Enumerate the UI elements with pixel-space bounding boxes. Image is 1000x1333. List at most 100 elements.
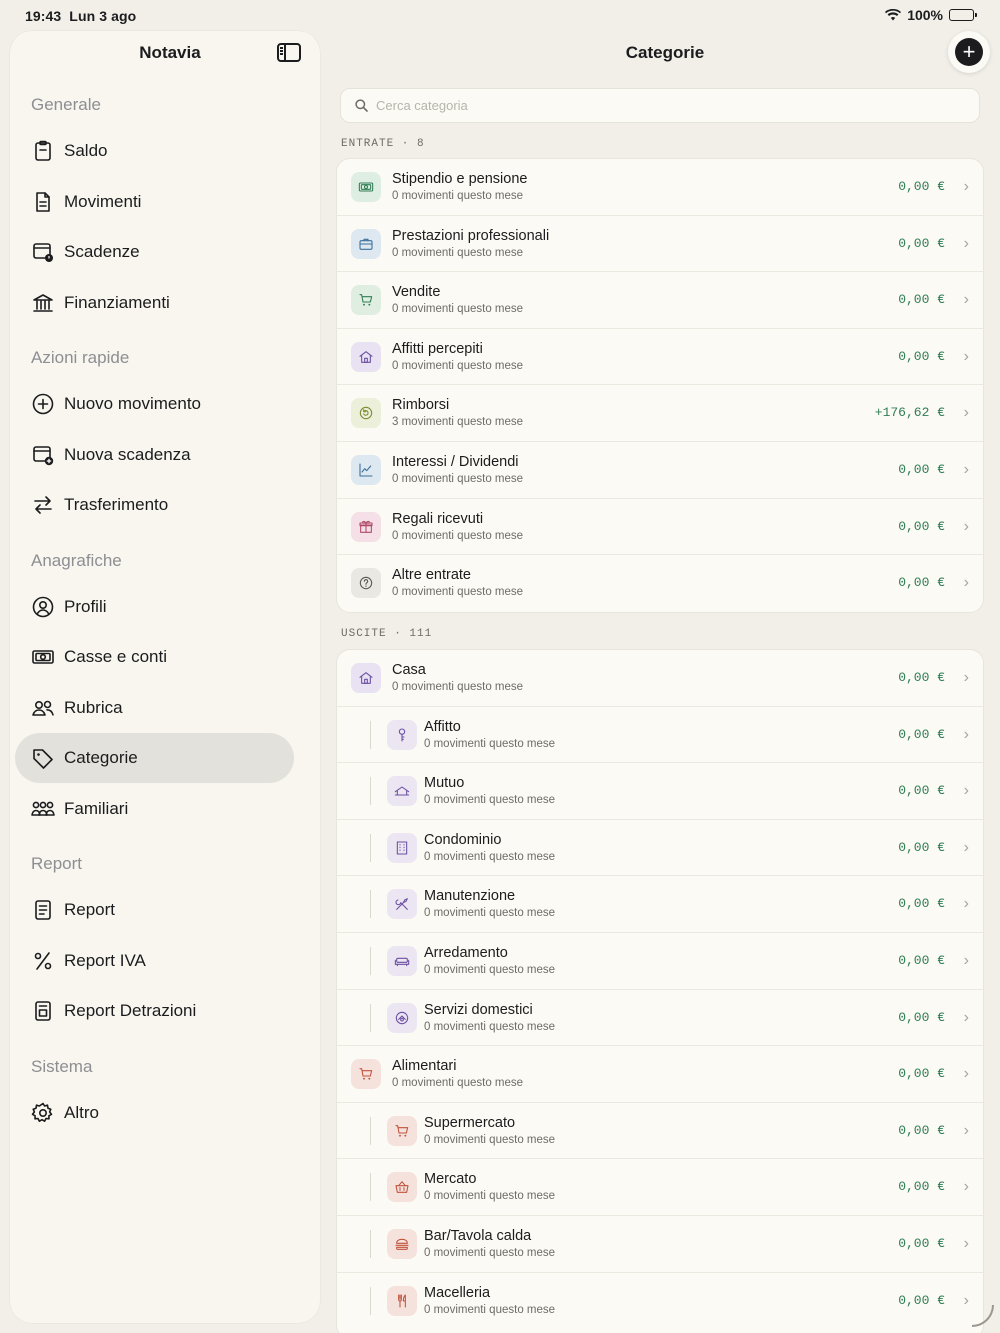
sidebar-item-trasferimento[interactable]: Trasferimento xyxy=(15,480,294,530)
category-amount: 0,00 € xyxy=(898,292,945,308)
category-amount: 0,00 € xyxy=(898,839,945,855)
category-row[interactable]: Rimborsi 3 movimenti questo mese +176,62 €… xyxy=(337,385,983,442)
sidebar-item-label: Rubrica xyxy=(64,697,123,717)
category-row[interactable]: Stipendio e pensione 0 movimenti questo m… xyxy=(337,159,983,216)
sidebar-item-nuova-scadenza[interactable]: Nuova scadenza xyxy=(15,430,294,480)
sidebar-item-rubrica[interactable]: Rubrica xyxy=(15,683,294,733)
sidebar-item-categorie[interactable]: Categorie xyxy=(15,733,294,783)
clipboard-icon xyxy=(31,139,55,163)
sidebar-section-anagrafiche: Anagrafiche xyxy=(31,550,122,570)
sidebar-item-label: Report Detrazioni xyxy=(64,1001,197,1020)
sidebar-item-saldo[interactable]: Saldo xyxy=(15,126,294,176)
status-right: 100% xyxy=(885,7,977,23)
category-row[interactable]: Alimentari 0 movimenti questo mese 0,00 € › xyxy=(337,1046,983,1103)
category-name: Alimentari xyxy=(392,1058,457,1075)
subcategory-row[interactable]: Bar/Tavola calda 0 movimenti questo mese 0… xyxy=(337,1216,983,1273)
sidebar-item-label: Nuovo movimento xyxy=(64,394,202,413)
category-subtitle: 0 movimenti questo mese xyxy=(424,850,556,863)
sidebar-item-movimenti[interactable]: Movimenti xyxy=(15,177,294,227)
briefcase-icon xyxy=(351,228,381,259)
sidebar-item-report-iva[interactable]: Report IVA xyxy=(15,936,294,986)
category-name: Rimborsi xyxy=(392,397,450,414)
key-icon xyxy=(387,719,417,750)
category-row[interactable]: Vendite 0 movimenti questo mese 0,00 € › xyxy=(337,272,983,329)
tree-line xyxy=(370,946,371,975)
sidebar-section-azioni-rapide: Azioni rapide xyxy=(31,348,130,367)
subcategory-row[interactable]: Servizi domestici 0 movimenti questo mese… xyxy=(337,990,983,1047)
sidebar-item-label: Report IVA xyxy=(64,950,146,970)
sidebar-section-sistema: Sistema xyxy=(31,1056,93,1076)
category-amount: +176,62 € xyxy=(874,405,945,421)
tree-line xyxy=(370,1116,371,1145)
category-row[interactable]: Regali ricevuti 0 movimenti questo mese 0,… xyxy=(337,499,983,556)
sidebar-item-report-detrazioni[interactable]: Report Detrazioni xyxy=(15,986,294,1036)
subcategory-row[interactable]: Arredamento 0 movimenti questo mese 0,00 €… xyxy=(337,933,983,990)
search-bar[interactable] xyxy=(340,88,980,123)
scroll-indicator xyxy=(972,1305,994,1327)
category-row[interactable]: Altre entrate 0 movimenti questo mese 0,00… xyxy=(337,555,983,612)
category-subtitle: 3 movimenti questo mese xyxy=(392,416,524,429)
search-input[interactable] xyxy=(376,89,966,122)
sidebar-item-casse-e-conti[interactable]: Casse e conti xyxy=(15,632,294,682)
category-row[interactable]: Casa 0 movimenti questo mese 0,00 € › xyxy=(337,650,983,707)
subcategory-row[interactable]: Mutuo 0 movimenti questo mese 0,00 € › xyxy=(337,763,983,820)
sidebar-toggle-icon[interactable] xyxy=(277,43,301,62)
person-circle-icon xyxy=(31,595,55,619)
category-name: Mercato xyxy=(424,1171,477,1188)
category-name: Casa xyxy=(392,662,426,678)
calendar-clock-icon xyxy=(31,240,55,264)
category-amount: 0,00 € xyxy=(898,783,945,799)
category-amount: 0,00 € xyxy=(898,1066,945,1082)
category-row[interactable]: Affitti percepiti 0 movimenti questo mese… xyxy=(337,329,983,386)
cart-icon xyxy=(387,1115,417,1146)
subcategory-row[interactable]: Mercato 0 movimenti questo mese 0,00 € › xyxy=(337,1159,983,1216)
sidebar-section-report: Report xyxy=(31,854,83,873)
category-subtitle: 0 movimenti questo mese xyxy=(392,472,524,485)
sofa-icon xyxy=(387,945,417,976)
sidebar-item-finanziamenti[interactable]: Finanziamenti xyxy=(15,278,294,328)
add-category-button[interactable]: + xyxy=(948,31,990,73)
tree-line xyxy=(370,1003,371,1032)
sidebar-item-altro[interactable]: Altro xyxy=(15,1088,294,1138)
house-icon xyxy=(351,663,381,693)
category-subtitle: 0 movimenti questo mese xyxy=(424,794,556,807)
wifi-icon xyxy=(885,9,902,21)
sidebar-item-familiari[interactable]: Familiari xyxy=(15,784,294,834)
category-subtitle: 0 movimenti questo mese xyxy=(424,1190,556,1203)
tree-line xyxy=(370,1229,371,1258)
refund-icon xyxy=(351,398,381,429)
category-amount: 0,00 € xyxy=(898,670,945,685)
category-name: Macelleria xyxy=(424,1284,491,1301)
housekeeping-icon xyxy=(387,1002,417,1033)
sidebar-item-label: Trasferimento xyxy=(64,495,169,514)
tag-icon xyxy=(31,746,55,770)
category-row[interactable]: Prestazioni professionali 0 movimenti que… xyxy=(337,216,983,273)
category-amount: 0,00 € xyxy=(898,348,945,364)
subcategory-row[interactable]: Affitto 0 movimenti questo mese 0,00 € › xyxy=(337,707,983,764)
page-title: Categorie xyxy=(625,43,705,62)
subcategory-row[interactable]: Supermercato 0 movimenti questo mese 0,00 … xyxy=(337,1103,983,1160)
subcategory-row[interactable]: Macelleria 0 movimenti questo mese 0,00 € › xyxy=(337,1273,983,1330)
tree-line xyxy=(370,1286,371,1315)
subcategory-row[interactable]: Manutenzione 0 movimenti questo mese 0,00 … xyxy=(337,876,983,933)
sidebar-item-report[interactable]: Report xyxy=(15,885,294,935)
sidebar-item-label: Nuova scadenza xyxy=(64,444,191,464)
sidebar-item-profili[interactable]: Profili xyxy=(15,582,294,632)
sidebar-item-label: Familiari xyxy=(64,798,129,818)
chevron-right-icon: › xyxy=(963,347,969,365)
subcategory-row[interactable]: Condominio 0 movimenti questo mese 0,00 € › xyxy=(337,820,983,877)
sidebar-item-nuovo-movimento[interactable]: Nuovo movimento xyxy=(15,379,294,429)
expense-list: Casa 0 movimenti questo mese 0,00 € › Affitt… xyxy=(336,649,984,1333)
category-name: Condominio xyxy=(424,831,502,848)
sidebar-item-scadenze[interactable]: Scadenze xyxy=(15,227,294,277)
chevron-right-icon: › xyxy=(963,1291,969,1309)
category-row[interactable]: Interessi / Dividendi 0 movimenti questo … xyxy=(337,442,983,499)
chevron-right-icon: › xyxy=(963,234,969,252)
category-subtitle: 0 movimenti questo mese xyxy=(424,1246,556,1259)
tree-line xyxy=(370,720,371,749)
tree-line xyxy=(370,777,371,806)
banknote-icon xyxy=(31,645,55,669)
category-subtitle: 0 movimenti questo mese xyxy=(424,1133,556,1146)
chevron-right-icon: › xyxy=(963,1121,969,1139)
chevron-right-icon: › xyxy=(963,574,969,592)
